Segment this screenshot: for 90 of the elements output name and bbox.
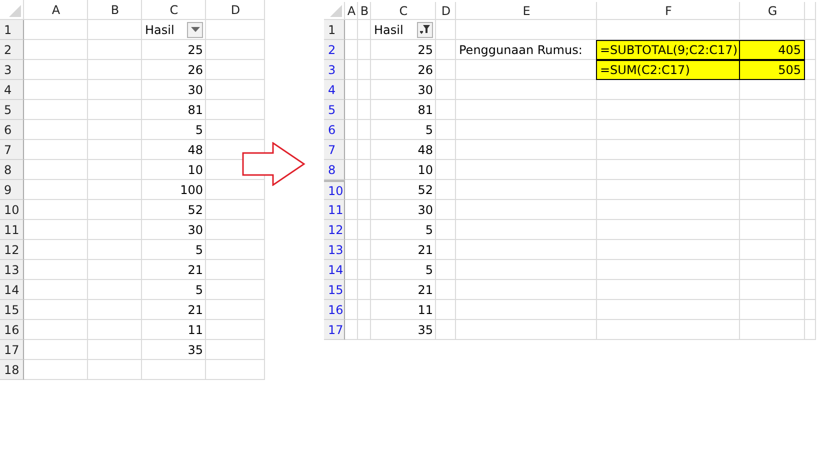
row-header[interactable]: 17 [324,320,345,340]
table-cell-text: 30 [416,202,434,218]
column-header[interactable]: C [142,0,206,20]
select-all-icon [9,5,21,17]
column-header[interactable]: D [206,0,265,20]
row-header[interactable]: 2 [324,40,345,60]
table-cell-text: 100 [179,182,204,198]
table-cell-text: 21 [186,302,204,318]
table-cell-text: 48 [186,142,204,158]
row-header[interactable]: 9 [0,180,24,200]
row-header[interactable]: 12 [324,220,345,240]
table-cell-text: 5 [424,222,434,238]
table-cell-text: 30 [416,82,434,98]
row-header[interactable]: 1 [0,20,24,40]
filter-button[interactable] [187,22,203,38]
column-header[interactable]: A [24,0,88,20]
table-cell-text: 10 [186,162,204,178]
table-cell-text: 5 [194,242,204,258]
table-cell: =SUBTOTAL(9;C2:C17) [596,40,740,60]
column-header[interactable]: B [88,0,142,20]
table-cell-text: 48 [416,142,434,158]
row-header[interactable]: 5 [324,100,345,120]
row-header[interactable]: 6 [324,120,345,140]
column-header[interactable]: C [371,2,436,20]
row-header[interactable]: 3 [324,60,345,80]
row-header[interactable]: 16 [324,300,345,320]
row-header[interactable]: 15 [324,280,345,300]
table-cell-text: 5 [194,122,204,138]
table-cell-text: 25 [416,42,434,58]
arrow-icon [242,142,306,186]
row-header[interactable]: 13 [0,260,24,280]
table-cell-text: 26 [416,62,434,78]
table-cell-text: 21 [416,282,434,298]
row-header[interactable]: 15 [0,300,24,320]
row-header[interactable]: 8 [324,160,345,180]
table-cell: 505 [739,60,805,80]
table-cell-text: 25 [186,42,204,58]
column-header[interactable]: F [597,2,740,20]
column-header[interactable]: B [358,2,371,20]
row-header[interactable]: 14 [0,280,24,300]
table-cell: =SUM(C2:C17) [596,60,740,80]
row-header[interactable]: 17 [0,340,24,360]
table-cell-text: 81 [186,102,204,118]
row-header[interactable]: 16 [0,320,24,340]
row-header[interactable]: 11 [324,200,345,220]
table-cell-text: 11 [416,302,434,318]
table-cell-text: 10 [416,162,434,178]
row-header[interactable]: 11 [0,220,24,240]
table-cell-text: 35 [416,322,434,338]
table-cell-text: 21 [186,262,204,278]
column-header[interactable]: E [456,2,597,20]
column-header[interactable]: D [436,2,456,20]
row-header[interactable]: 14 [324,260,345,280]
row-header[interactable]: 13 [324,240,345,260]
row-header[interactable]: 8 [0,160,24,180]
caret-icon [190,27,200,32]
table-cell-text: 5 [194,282,204,298]
row-header[interactable]: 10 [324,180,345,200]
row-header[interactable]: 10 [0,200,24,220]
row-header[interactable]: 5 [0,100,24,120]
table-cell-text: 81 [416,102,434,118]
row-header[interactable]: 7 [324,140,345,160]
table-cell-text: 5 [424,262,434,278]
table-cell-text: 5 [424,122,434,138]
table-cell: Hasil [374,22,404,36]
column-header[interactable]: A [345,2,358,20]
table-cell: Hasil [145,22,174,36]
table-cell-text: 21 [416,242,434,258]
row-header[interactable]: 7 [0,140,24,160]
row-header[interactable]: 4 [324,80,345,100]
table-cell-text: 35 [186,342,204,358]
table-cell-text: 26 [186,62,204,78]
table-cell: 405 [739,40,805,60]
row-header[interactable]: 2 [0,40,24,60]
row-header[interactable]: 18 [0,360,24,380]
row-header[interactable]: 6 [0,120,24,140]
table-cell-text: 52 [186,202,204,218]
table-cell-text: 11 [186,322,204,338]
filter-icon [420,25,430,34]
row-header[interactable]: 3 [0,60,24,80]
filter-button[interactable] [417,22,433,38]
row-header[interactable]: 4 [0,80,24,100]
row-header[interactable]: 1 [324,20,345,40]
row-header[interactable]: 12 [0,240,24,260]
table-cell-text: 30 [186,222,204,238]
table-cell-text: Penggunaan Rumus: [458,42,584,58]
column-header[interactable]: G [740,2,805,20]
select-all-icon [330,5,342,17]
table-cell-text: 30 [186,82,204,98]
table-cell-text: 52 [416,182,434,198]
